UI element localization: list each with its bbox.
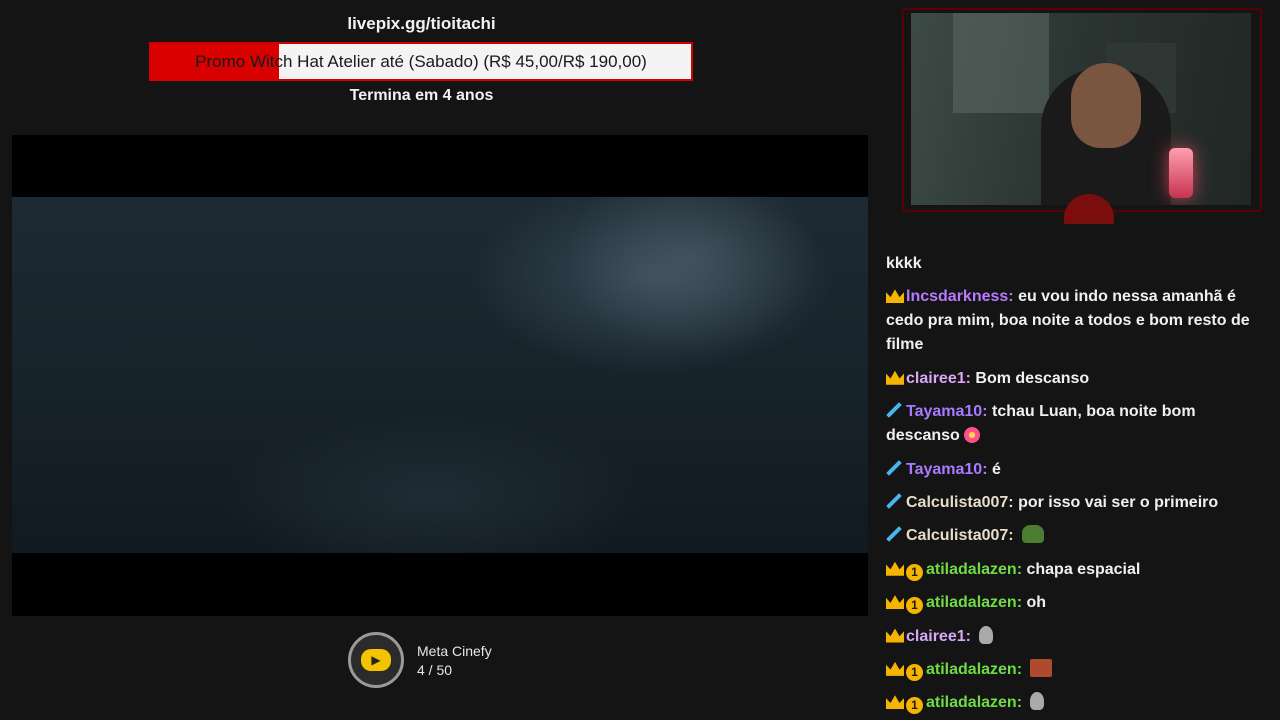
- chat-message: Calculista007:: [886, 524, 1268, 548]
- goal-progress-bar: Promo Witch Hat Atelier até (Sabado) (R$…: [149, 42, 693, 81]
- crown-badge-icon: [886, 289, 904, 304]
- goal-text: Promo Witch Hat Atelier até (Sabado) (R$…: [195, 51, 647, 71]
- chat-message: Calculista007: por isso vai ser o primei…: [886, 491, 1268, 515]
- tier-one-badge-icon: 1: [906, 597, 923, 615]
- chat-username[interactable]: clairee1:: [906, 628, 971, 645]
- chat-username[interactable]: atiladalazen:: [926, 594, 1022, 611]
- chat-message: clairee1: Bom descanso: [886, 367, 1268, 391]
- sword-badge-icon: [886, 402, 902, 418]
- chat-message: 1 atiladalazen:: [886, 691, 1268, 715]
- chat-message: Tayama10: tchau Luan, boa noite bom desc…: [886, 400, 1268, 448]
- chat-username[interactable]: Calculista007:: [906, 527, 1014, 544]
- crown-badge-icon: [886, 628, 904, 643]
- meta-label: Meta Cinefy: [417, 642, 492, 659]
- chat-username[interactable]: Calculista007:: [906, 494, 1014, 511]
- frog-emote-icon: [1022, 525, 1045, 544]
- tier-one-badge-icon: 1: [906, 697, 923, 715]
- tier-one-badge-icon: 1: [906, 563, 923, 581]
- chat-message: clairee1:: [886, 625, 1268, 649]
- chat-message: Tayama10: é: [886, 458, 1268, 482]
- chat-username[interactable]: atiladalazen:: [926, 661, 1022, 678]
- chat-username[interactable]: atiladalazen:: [926, 694, 1022, 711]
- chat-message: kkkk: [886, 252, 1268, 276]
- goal-ends-label: Termina em 4 anos: [349, 87, 494, 104]
- flower-emote-icon: [963, 427, 980, 444]
- meta-count: 4 / 50: [417, 661, 453, 678]
- chat-message: lncsdarkness: eu vou indo nessa amanhã é…: [886, 285, 1268, 357]
- chat-message-text: oh: [1026, 594, 1047, 612]
- face-emote-icon: [1030, 658, 1053, 677]
- meta-cinefy-widget: ▶ Meta Cinefy 4 / 50: [348, 632, 492, 688]
- chat-username[interactable]: lncsdarkness:: [906, 288, 1014, 305]
- donation-url: livepix.gg/tioitachi: [347, 14, 496, 33]
- sword-badge-icon: [886, 460, 902, 476]
- chat-username[interactable]: Tayama10:: [906, 403, 988, 420]
- chat-username[interactable]: atiladalazen:: [926, 561, 1022, 578]
- crown-badge-icon: [886, 561, 904, 576]
- chat-message: 1 atiladalazen: chapa espacial: [886, 558, 1268, 582]
- ghost-emote-icon: [1030, 692, 1045, 711]
- sword-badge-icon: [886, 526, 902, 542]
- tier-one-badge-icon: 1: [906, 663, 923, 681]
- chat-message: 1 atiladalazen:: [886, 658, 1268, 682]
- chat-username[interactable]: Tayama10:: [906, 461, 988, 478]
- crown-badge-icon: [886, 595, 904, 610]
- chat-message-text: kkkk: [886, 255, 922, 272]
- video-frame: [12, 197, 868, 553]
- chat-message-text: por isso vai ser o primeiro: [1018, 493, 1219, 511]
- crown-badge-icon: [886, 661, 904, 676]
- sword-badge-icon: [886, 493, 902, 509]
- chat-message-text: chapa espacial: [1026, 560, 1141, 578]
- webcam-feed: [911, 13, 1251, 205]
- cinefy-logo-icon: ▶: [348, 632, 404, 688]
- chat-panel: kkkk lncsdarkness: eu vou indo nessa aman…: [874, 224, 1280, 720]
- crown-badge-icon: [886, 695, 904, 710]
- crown-badge-icon: [886, 370, 904, 385]
- video-player[interactable]: [12, 135, 868, 616]
- ghost-emote-icon: [979, 625, 994, 644]
- chat-message-text: Bom descanso: [975, 369, 1090, 387]
- chat-username[interactable]: clairee1:: [906, 370, 971, 387]
- chat-message-text: é: [991, 460, 1001, 478]
- chat-message: 1 atiladalazen: oh: [886, 591, 1268, 615]
